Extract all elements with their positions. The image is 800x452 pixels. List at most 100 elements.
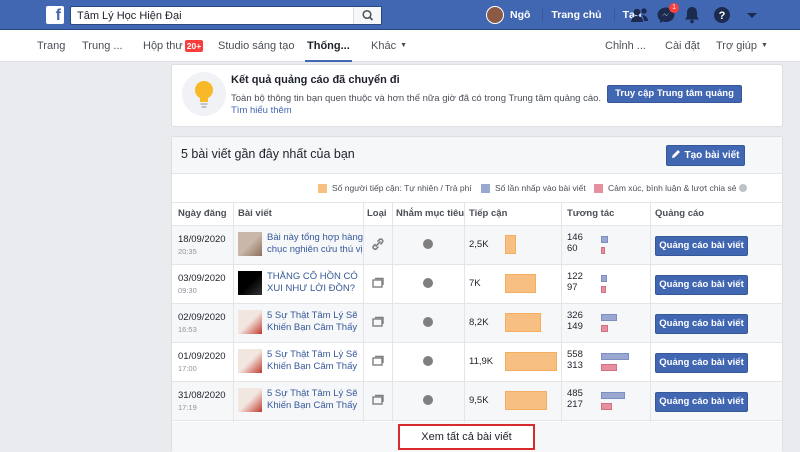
home-link[interactable]: Trang chủ [542,9,609,21]
engagement-values: 485 217 [567,388,583,410]
post-type-icon [371,237,385,251]
post-date: 01/09/2020 [178,351,226,362]
create-post-label: Tạo bài viết [684,150,740,161]
reactions-value: 60 [567,243,578,254]
avatar[interactable] [486,6,504,24]
messenger-icon[interactable]: 1 [656,3,679,24]
post-thumbnail[interactable] [238,310,262,334]
boost-post-button[interactable]: Quảng cáo bài viết [655,353,748,373]
inbox-badge: 20+ [184,40,204,52]
engagement-values: 558 313 [567,349,583,371]
post-date: 18/09/2020 [178,234,226,245]
boost-post-button[interactable]: Quảng cáo bài viết [655,275,748,295]
album-icon [372,355,384,366]
clicks-bar [601,236,608,243]
reach-value: 9,5K [469,395,489,406]
learn-more-link[interactable]: Tìm hiểu thêm [231,105,292,116]
recent-posts-card: 5 bài viết gần đây nhất của bạn Tạo bài … [171,136,783,452]
tab-page[interactable]: Trang [37,30,65,62]
pencil-icon [672,150,681,158]
create-post-button[interactable]: Tạo bài viết [666,145,745,166]
column-header-targeting: Nhắm mục tiêu [396,208,465,219]
post-title-link[interactable]: Bài này tổng hợp hàng chục nghiên cứu th… [267,232,372,256]
boost-post-button[interactable]: Quảng cáo bài viết [655,236,748,256]
reactions-bar [601,403,612,410]
legend-item-engagement: Cảm xúc, bình luận & lượt chia sẻ [594,183,748,193]
post-thumbnail[interactable] [238,349,262,373]
legend-label-clicks: Số lần nhấp vào bài viết [495,183,586,193]
post-title-link[interactable]: 5 Sự Thật Tâm Lý Sẽ Khiến Bạn Câm Thấy [267,388,372,412]
column-divider [464,202,465,422]
reactions-value: 97 [567,282,578,293]
tab-page-label: Trang [37,40,66,52]
ad-results-notice-card: Kết quả quảng cáo đã chuyển đi Toàn bộ t… [171,64,783,127]
post-thumbnail[interactable] [238,271,262,295]
recent-posts-header: 5 bài viết gần đây nhất của bạn Tạo bài … [172,137,782,174]
table-row: 03/09/2020 09:30 THẰNG CÔ HỒN CÓ XUI NHƯ L… [172,265,782,304]
reactions-value: 149 [567,321,583,332]
album-icon [372,316,384,327]
column-header-date[interactable]: Ngày đăng [178,202,227,226]
account-menu-caret-icon[interactable] [742,6,762,24]
column-header-post: Bài viết [238,208,272,219]
legend-swatch-reach [318,183,327,193]
search-button[interactable] [353,7,381,24]
post-date: 03/09/2020 [178,273,226,284]
see-all-posts-button[interactable]: Xem tất cả bài viết [398,424,535,450]
table-row: 02/09/2020 16:53 5 Sự Thật Tâm Lý Sẽ Khiến… [172,304,782,343]
tab-inbox[interactable]: Hộp thư 20+ [143,30,204,62]
profile-link[interactable]: Ngô [508,9,538,21]
search-input[interactable] [71,7,351,24]
tab-ad-center-label: Trung ... [82,40,123,52]
post-type-icon [371,354,385,368]
reach-value: 2,5K [469,239,489,250]
post-thumbnail[interactable] [238,388,262,412]
globe-icon [423,356,433,366]
boost-post-button[interactable]: Quảng cáo bài viết [655,392,748,412]
column-header-engagement[interactable]: Tương tác [567,202,614,226]
post-title-link[interactable]: THẰNG CÔ HỒN CÓ XUI NHƯ LỜI ĐỒN? [267,271,372,295]
clicks-bar [601,314,617,321]
reactions-bar [601,247,605,254]
post-thumbnail[interactable] [238,232,262,256]
reach-value: 11,9K [469,356,494,367]
column-divider [392,202,393,422]
engagement-values: 122 97 [567,271,583,293]
column-header-reach[interactable]: Tiếp cận [469,202,507,226]
visit-ad-center-button[interactable]: Truy cập Trung tâm quảng cáo [607,85,742,115]
notifications-icon[interactable] [682,6,702,24]
top-navigation-bar: f Ngô Trang chủ Tạo 1 ? [0,0,800,30]
search-icon [362,9,374,21]
globe-icon [423,395,433,405]
help-icon[interactable]: ? [712,6,732,24]
tab-help[interactable]: Trợ giúp ▼ [716,30,768,62]
info-icon[interactable] [739,184,748,192]
boost-post-button[interactable]: Quảng cáo bài viết [655,314,748,334]
column-header-promote: Quảng cáo [655,208,705,219]
reactions-bar [601,364,617,371]
post-time: 20:35 [178,247,197,256]
reactions-value: 313 [567,360,583,371]
legend-swatch-engagement [594,183,603,193]
globe-icon [423,278,433,288]
table-row: 01/09/2020 17:00 5 Sự Thật Tâm Lý Sẽ Khiến… [172,343,782,382]
ad-notice-description: Toàn bộ thông tin bạn quen thuộc và hơn … [231,93,602,104]
messages-badge: 1 [669,3,679,13]
tab-ad-center[interactable]: Trung ... [82,30,123,62]
legend-label-reach: Số người tiếp cận: Tự nhiên / Trả phí [332,183,472,193]
friend-requests-icon[interactable] [630,6,650,24]
globe-icon [423,239,433,249]
facebook-logo-icon[interactable]: f [46,6,64,24]
tab-creator-studio[interactable]: Studio sáng tạo [218,30,294,62]
tab-insights[interactable]: Thống... [305,30,352,62]
tab-settings[interactable]: Cài đặt [665,30,700,62]
tab-edit-page-info[interactable]: Chỉnh ... [605,30,646,62]
legend-label-engagement: Cảm xúc, bình luận & lượt chia sẻ [608,183,737,193]
post-title-link[interactable]: 5 Sự Thật Tâm Lý Sẽ Khiến Bạn Câm Thấy [267,310,372,334]
tab-settings-label: Cài đặt [665,40,700,52]
reach-bar [505,313,541,332]
tab-more[interactable]: Khác ▼ [371,30,407,62]
post-title-link[interactable]: 5 Sự Thật Tâm Lý Sẽ Khiến Bạn Câm Thấy [267,349,372,373]
tab-inbox-label: Hộp thư [143,40,183,52]
column-divider [363,202,364,422]
